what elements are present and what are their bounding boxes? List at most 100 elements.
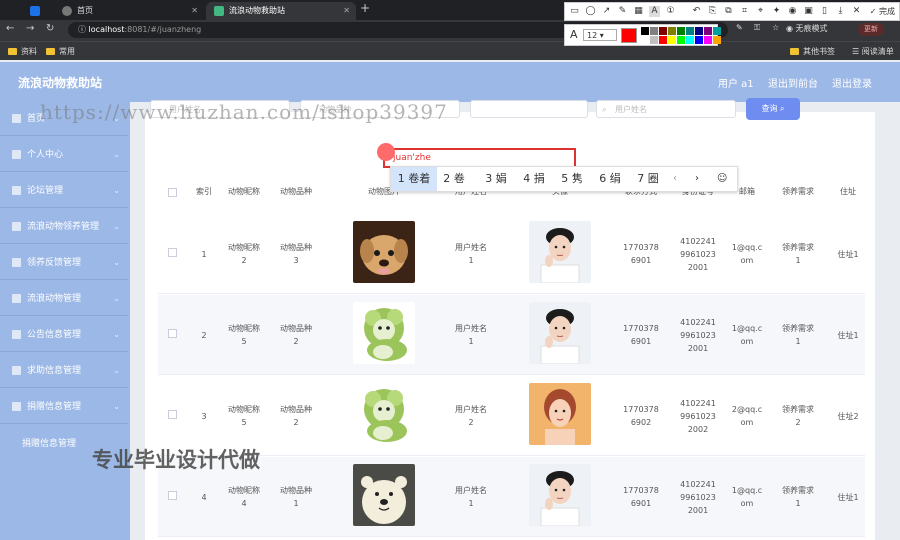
color-swatch[interactable] [677, 36, 685, 44]
table-row[interactable]: 3 动物昵称5 动物品种2 用户姓名2 17703786902 4102241996102… [158, 376, 865, 456]
arrow-icon[interactable]: ↗ [601, 6, 612, 17]
magic-icon[interactable]: ✦ [771, 6, 782, 17]
next-page-icon[interactable]: › [695, 167, 699, 191]
sidebar-item[interactable]: 流浪动物管理 ⌄ [0, 282, 128, 316]
ime-candidate[interactable]: 7 圈 [629, 167, 667, 191]
ime-candidate[interactable]: 3 娟 [477, 167, 515, 191]
row-checkbox[interactable] [168, 248, 177, 257]
reload-icon[interactable]: ↻ [46, 23, 54, 34]
column-header[interactable]: 索引 [188, 186, 220, 197]
color-swatch[interactable] [659, 27, 667, 35]
column-header[interactable]: 动物品种 [272, 186, 320, 197]
bookmark-folder[interactable]: 常用 [46, 46, 75, 57]
reading-list[interactable]: ☰ 阅读清单 [852, 46, 894, 57]
browser-tab-1[interactable] [22, 2, 50, 20]
back-icon[interactable]: ← [6, 23, 14, 34]
new-tab-icon[interactable]: + [360, 1, 370, 15]
column-header[interactable]: 领养需求 [775, 186, 821, 197]
sidebar-item[interactable]: 领养反馈管理 ⌄ [0, 246, 128, 280]
copy-icon[interactable]: ⎘ [707, 6, 718, 17]
color-swatch[interactable] [641, 27, 649, 35]
ime-candidate[interactable]: 2 卷 [435, 167, 473, 191]
extension-icon[interactable]: ✎ [736, 23, 743, 32]
sidebar-item[interactable]: 公告信息管理 ⌄ [0, 318, 128, 352]
cell-phone: 17703786902 [623, 405, 659, 427]
record-icon[interactable]: ◉ [787, 6, 798, 17]
sidebar-item[interactable]: 个人中心 ⌄ [0, 138, 128, 172]
color-swatch[interactable] [704, 27, 712, 35]
sidebar-subitem-donation[interactable]: 捐赠信息管理 [22, 436, 76, 449]
watermark-text: https://www.huzhan.com/ishop39397 [40, 100, 448, 124]
font-size-select[interactable]: 12 ▾ [583, 29, 617, 41]
current-color-swatch[interactable] [621, 28, 637, 43]
color-swatch[interactable] [704, 36, 712, 44]
ime-candidate[interactable]: 5 隽 [553, 167, 591, 191]
done-button[interactable]: ✓ 完成 [870, 6, 895, 17]
forward-icon[interactable]: → [26, 23, 34, 34]
ime-candidate[interactable]: 6 绢 [591, 167, 629, 191]
mosaic-icon[interactable]: ▦ [633, 6, 644, 17]
star-icon[interactable]: ☆ [772, 23, 779, 32]
url-host: localhost [88, 25, 125, 34]
rectangle-icon[interactable]: ▭ [569, 6, 580, 17]
column-header[interactable]: 动物昵称 [220, 186, 268, 197]
ime-composition-box[interactable]: juan'zhe [383, 148, 576, 168]
logout-link[interactable]: 退出登录 [832, 75, 872, 90]
table-row[interactable]: 1 动物昵称2 动物品种3 用户姓名1 17703786901 4102241996102… [158, 214, 865, 294]
bookmark-folder[interactable]: 资料 [8, 46, 37, 57]
download-icon[interactable]: ⤓ [835, 6, 846, 17]
close-tab-icon[interactable]: ✕ [191, 2, 198, 20]
row-checkbox[interactable] [168, 491, 177, 500]
color-swatch[interactable] [686, 27, 694, 35]
color-swatch[interactable] [695, 36, 703, 44]
update-button[interactable]: 更新 [858, 23, 884, 36]
search-input-breed-select[interactable] [470, 100, 588, 118]
sidebar-item[interactable]: 流浪动物领养管理 ⌄ [0, 210, 128, 244]
color-swatch[interactable] [650, 27, 658, 35]
key-icon[interactable]: ⚿ [754, 23, 760, 33]
color-swatch[interactable] [686, 36, 694, 44]
color-swatch[interactable] [650, 36, 658, 44]
search-input-user[interactable]: ⌕ 用户姓名 [596, 100, 736, 118]
color-swatch[interactable] [659, 36, 667, 44]
scan-icon[interactable]: ⌗ [739, 6, 750, 17]
pen-icon[interactable]: ✎ [617, 6, 628, 17]
number-icon[interactable]: ① [665, 6, 676, 17]
sidebar-item[interactable]: 求助信息管理 ⌄ [0, 354, 128, 388]
select-all-checkbox[interactable] [168, 188, 177, 197]
ocr-icon[interactable]: ⌖ [755, 6, 766, 17]
color-swatch[interactable] [668, 27, 676, 35]
row-checkbox[interactable] [168, 410, 177, 419]
sidebar-item[interactable]: 捐赠信息管理 ⌄ [0, 390, 128, 424]
color-swatch[interactable] [641, 36, 649, 44]
emoji-icon[interactable]: ☺ [717, 167, 727, 191]
browser-tab-active[interactable]: 流浪动物救助站 ✕ [206, 2, 356, 20]
color-swatch[interactable] [668, 36, 676, 44]
color-swatch[interactable] [695, 27, 703, 35]
ime-candidate[interactable]: 4 捐 [515, 167, 553, 191]
color-swatch[interactable] [677, 27, 685, 35]
bookmark-folder-other[interactable]: 其他书签 [790, 46, 835, 57]
color-swatch[interactable] [713, 27, 721, 35]
save-icon[interactable]: ▣ [803, 6, 814, 17]
back-to-front-link[interactable]: 退出到前台 [768, 75, 818, 90]
table-row[interactable]: 2 动物昵称5 动物品种2 用户姓名1 17703786901 4102241996102… [158, 295, 865, 375]
sidebar-item-label: 流浪动物领养管理 [27, 222, 100, 232]
column-header[interactable]: 住址 [827, 186, 869, 197]
prev-page-icon[interactable]: ‹ [673, 167, 677, 191]
query-button[interactable]: 查询 ⌕ [746, 98, 800, 120]
browser-tab-home[interactable]: 首页 ✕ [54, 2, 204, 20]
row-checkbox[interactable] [168, 329, 177, 338]
pin-icon[interactable]: ⧉ [723, 6, 734, 17]
text-tool-icon[interactable]: A [649, 6, 660, 17]
close-tab-icon[interactable]: ✕ [343, 2, 350, 20]
color-swatch[interactable] [713, 36, 721, 44]
device-icon[interactable]: ▯ [819, 6, 830, 17]
sidebar-item[interactable]: 论坛管理 ⌄ [0, 174, 128, 208]
close-icon[interactable]: ✕ [851, 6, 862, 17]
ime-candidate[interactable]: 1 卷着 [391, 167, 437, 191]
ellipse-icon[interactable]: ◯ [585, 6, 596, 17]
cell-email: 2@qq.com [731, 405, 763, 427]
table-row[interactable]: 4 动物昵称4 动物品种1 用户姓名1 17703786901 4102241996102… [158, 457, 865, 537]
undo-icon[interactable]: ↶ [691, 6, 702, 17]
